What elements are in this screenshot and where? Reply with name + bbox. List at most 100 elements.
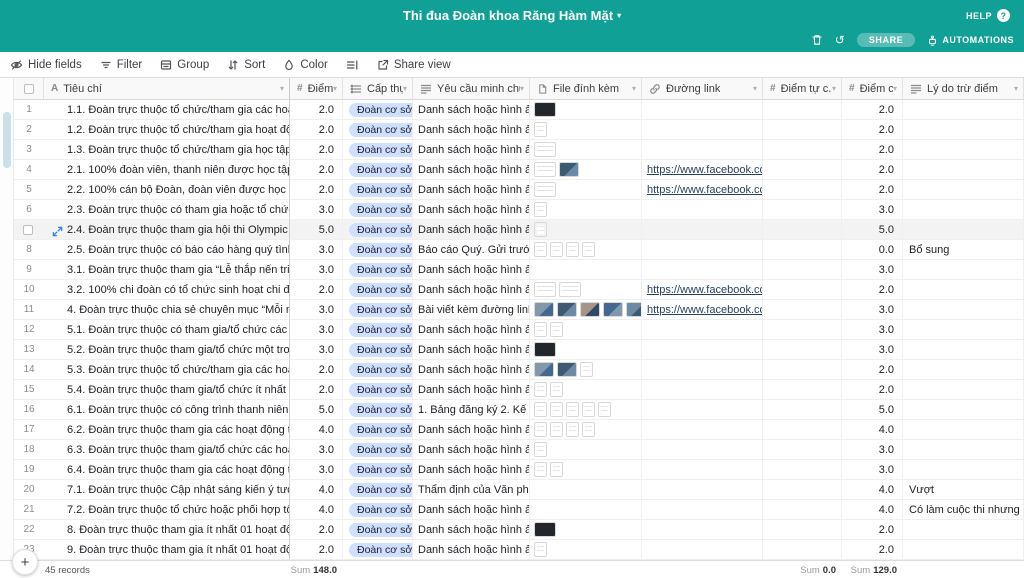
cell-diem-tu-cham[interactable] xyxy=(763,380,842,400)
cell-diem-tu-cham[interactable] xyxy=(763,420,842,440)
cell-tieu-chi[interactable]: 6.1. Đoàn trực thuộc có công trình thanh… xyxy=(44,400,290,420)
cell-cap-thuc-hien[interactable]: Đoàn cơ sở xyxy=(343,360,413,380)
chevron-down-icon[interactable]: ▾ xyxy=(403,84,407,93)
attachment-thumbnail[interactable] xyxy=(534,282,556,297)
cell-ly-do-tru-diem[interactable] xyxy=(903,420,1024,440)
cell-diem-cham[interactable]: 3.0 xyxy=(842,440,903,460)
attachment-thumbnail[interactable] xyxy=(550,422,563,437)
attachment-thumbnail[interactable] xyxy=(582,242,595,257)
cell-file-dinh-kem[interactable] xyxy=(530,360,642,380)
chevron-down-icon[interactable]: ▾ xyxy=(832,84,836,93)
cell-file-dinh-kem[interactable] xyxy=(530,240,642,260)
cell-file-dinh-kem[interactable] xyxy=(530,120,642,140)
cell-diem-cham[interactable]: 2.0 xyxy=(842,100,903,120)
column-header-diem_tu[interactable]: # Điểm tự c... ▾ xyxy=(763,78,842,100)
attachment-thumbnail[interactable] xyxy=(534,142,556,157)
color-button[interactable]: Color xyxy=(283,59,328,71)
cell-tieu-chi[interactable]: 7.1. Đoàn trực thuộc Cập nhật sáng kiến … xyxy=(44,480,290,500)
column-header-link[interactable]: Đường link ▾ xyxy=(642,78,763,100)
attachment-thumbnail[interactable] xyxy=(534,102,556,117)
cell-yeu-cau-minh-chung[interactable]: Danh sách hoặc hình ảnh (... xyxy=(413,160,530,180)
cell-ly-do-tru-diem[interactable] xyxy=(903,400,1024,420)
cell-diem-cham[interactable]: 3.0 xyxy=(842,200,903,220)
cell-diem-cham[interactable]: 4.0 xyxy=(842,500,903,520)
attachment-thumbnail[interactable] xyxy=(534,302,554,317)
cell-yeu-cau-minh-chung[interactable]: Thẩm định của Văn phòng ... xyxy=(413,480,530,500)
attachment-thumbnail[interactable] xyxy=(534,182,556,197)
attachment-thumbnail[interactable] xyxy=(566,242,579,257)
cell-cap-thuc-hien[interactable]: Đoàn cơ sởC xyxy=(343,180,413,200)
cell-diem-tu-cham[interactable] xyxy=(763,100,842,120)
cell-duong-link[interactable] xyxy=(642,480,763,500)
cell-diem[interactable]: 3.0 xyxy=(290,260,343,280)
row-height-button[interactable] xyxy=(346,59,359,71)
cell-diem-cham[interactable]: 2.0 xyxy=(842,540,903,560)
attachment-thumbnail[interactable] xyxy=(557,302,577,317)
attachment-thumbnail[interactable] xyxy=(534,542,547,557)
chevron-down-icon[interactable]: ▾ xyxy=(1014,84,1018,93)
share-button[interactable]: SHARE xyxy=(856,33,916,47)
row-handle-cell[interactable]: 15 xyxy=(14,380,44,400)
cell-file-dinh-kem[interactable] xyxy=(530,140,642,160)
row-checkbox[interactable] xyxy=(23,224,33,235)
cell-cap-thuc-hien[interactable]: Đoàn cơ sở xyxy=(343,400,413,420)
cell-cap-thuc-hien[interactable]: Đoàn cơ sở xyxy=(343,300,413,320)
cell-diem[interactable]: 2.0 xyxy=(290,380,343,400)
cell-file-dinh-kem[interactable] xyxy=(530,180,642,200)
cell-tieu-chi[interactable]: 7.2. Đoàn trực thuộc tổ chức hoặc phối h… xyxy=(44,500,290,520)
row-handle-cell[interactable]: 16 xyxy=(14,400,44,420)
row-handle-cell[interactable]: 6 xyxy=(14,200,44,220)
cell-diem-cham[interactable]: 2.0 xyxy=(842,160,903,180)
cell-yeu-cau-minh-chung[interactable]: Danh sách hoặc hình ảnh T... xyxy=(413,260,530,280)
cell-diem-cham[interactable]: 2.0 xyxy=(842,180,903,200)
cell-cap-thuc-hien[interactable]: Đoàn cơ sở xyxy=(343,540,413,560)
attachment-thumbnail[interactable] xyxy=(580,302,600,317)
cell-duong-link[interactable] xyxy=(642,520,763,540)
column-header-file[interactable]: File đính kèm ▾ xyxy=(530,78,642,100)
cell-diem-tu-cham[interactable] xyxy=(763,540,842,560)
cell-diem-tu-cham[interactable] xyxy=(763,160,842,180)
cell-diem[interactable]: 5.0 xyxy=(290,400,343,420)
cell-tieu-chi[interactable]: 2.3. Đoàn trực thuộc có tham gia hoặc tổ… xyxy=(44,200,290,220)
row-handle-cell[interactable]: 8 xyxy=(14,240,44,260)
cell-diem[interactable]: 4.0 xyxy=(290,420,343,440)
cell-ly-do-tru-diem[interactable]: Vượt xyxy=(903,480,1024,500)
cell-cap-thuc-hien[interactable]: Đoàn cơ sởC xyxy=(343,160,413,180)
cell-file-dinh-kem[interactable] xyxy=(530,320,642,340)
cell-file-dinh-kem[interactable] xyxy=(530,280,642,300)
cell-diem-cham[interactable]: 3.0 xyxy=(842,260,903,280)
cell-yeu-cau-minh-chung[interactable]: Danh sách hoặc hình ảnh (... xyxy=(413,380,530,400)
cell-diem[interactable]: 2.0 xyxy=(290,140,343,160)
cell-cap-thuc-hien[interactable]: Đoàn cơ sởC xyxy=(343,460,413,480)
cell-yeu-cau-minh-chung[interactable]: Danh sách hoặc hình ảnh (... xyxy=(413,340,530,360)
cell-ly-do-tru-diem[interactable] xyxy=(903,120,1024,140)
cell-tieu-chi[interactable]: 2.2. 100% cán bộ Đoàn, đoàn viên được họ… xyxy=(44,180,290,200)
attachment-thumbnail[interactable] xyxy=(534,522,556,537)
cell-diem-cham[interactable]: 3.0 xyxy=(842,320,903,340)
cell-duong-link[interactable]: https://www.facebook.com... xyxy=(642,180,763,200)
select-all-checkbox[interactable] xyxy=(23,83,34,94)
chevron-down-icon[interactable]: ▾ xyxy=(333,84,337,93)
column-header-ly_do[interactable]: Lý do trừ điểm ▾ xyxy=(903,78,1024,100)
cell-duong-link[interactable] xyxy=(642,200,763,220)
cell-file-dinh-kem[interactable] xyxy=(530,540,642,560)
cell-diem[interactable]: 4.0 xyxy=(290,480,343,500)
cell-yeu-cau-minh-chung[interactable]: Danh sách hoặc hình ảnh (... xyxy=(413,140,530,160)
url-link[interactable]: https://www.facebook.com... xyxy=(647,184,762,196)
cell-file-dinh-kem[interactable] xyxy=(530,520,642,540)
cell-diem-cham[interactable]: 2.0 xyxy=(842,380,903,400)
attachment-thumbnail[interactable] xyxy=(557,362,577,377)
cell-diem-tu-cham[interactable] xyxy=(763,220,842,240)
cell-yeu-cau-minh-chung[interactable]: Danh sách hoặc hình ảnh (... xyxy=(413,320,530,340)
cell-diem-tu-cham[interactable] xyxy=(763,120,842,140)
cell-cap-thuc-hien[interactable]: Đoàn cơ sở xyxy=(343,500,413,520)
attachment-thumbnail[interactable] xyxy=(566,422,579,437)
cell-tieu-chi[interactable]: 5.4. Đoàn trực thuộc tham gia/tổ chức ít… xyxy=(44,380,290,400)
cell-diem[interactable]: 3.0 xyxy=(290,200,343,220)
row-handle-cell[interactable]: 22 xyxy=(14,520,44,540)
cell-diem-cham[interactable]: 5.0 xyxy=(842,220,903,240)
cell-diem-cham[interactable]: 3.0 xyxy=(842,300,903,320)
cell-duong-link[interactable] xyxy=(642,540,763,560)
row-handle-cell[interactable]: 12 xyxy=(14,320,44,340)
cell-diem-tu-cham[interactable] xyxy=(763,180,842,200)
